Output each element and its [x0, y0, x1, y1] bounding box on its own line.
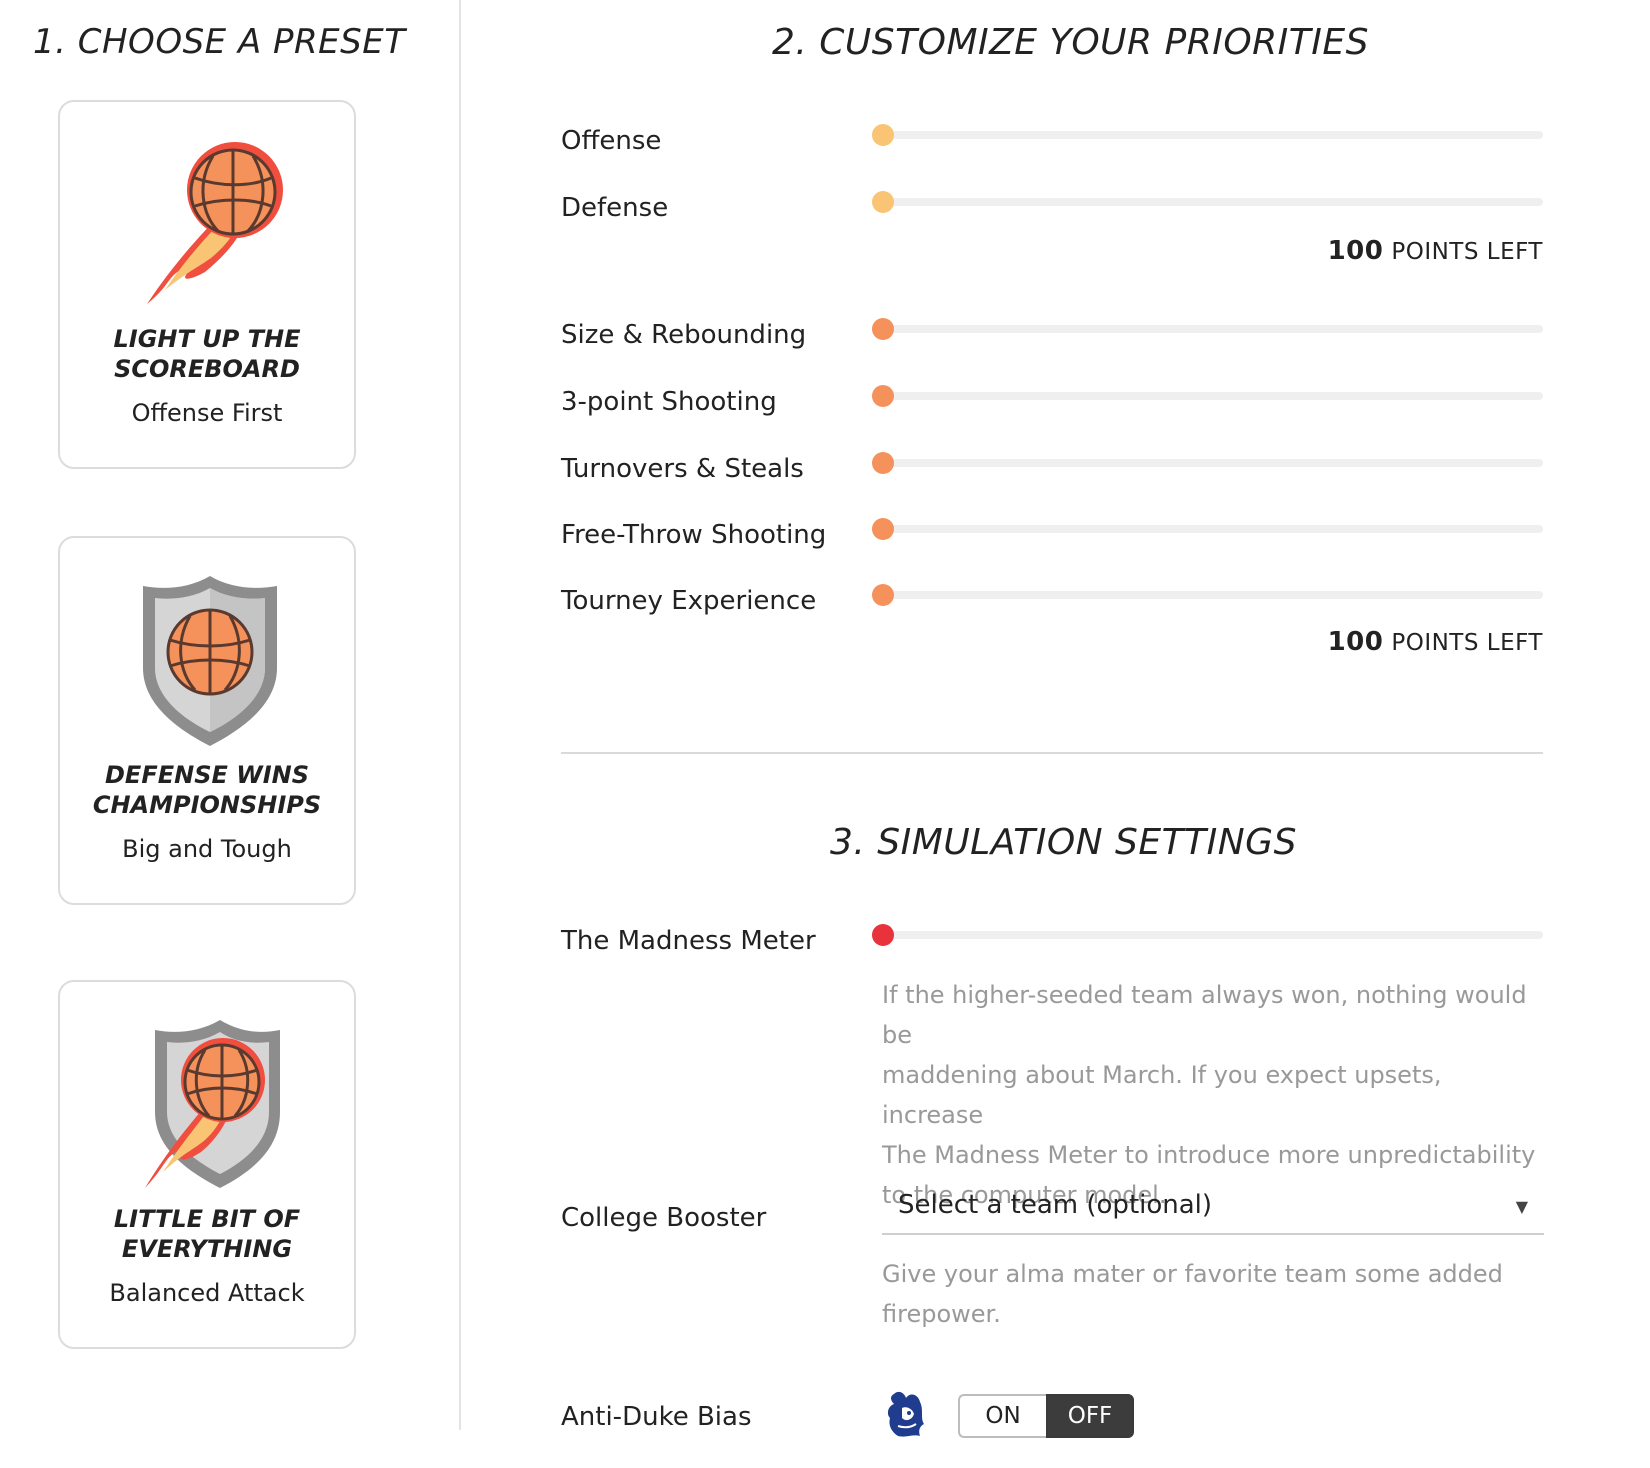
- slider-knob[interactable]: [872, 452, 894, 474]
- points-left-counter: 100 POINTS LEFT: [1328, 627, 1543, 657]
- preset-subtitle: Balanced Attack: [109, 1279, 305, 1307]
- preset-title: DEFENSE WINS CHAMPIONSHIPS: [92, 761, 322, 819]
- shield-flaming-basketball-icon: [145, 1020, 280, 1188]
- college-booster-label: College Booster: [561, 1203, 767, 1233]
- chevron-down-icon: ▼: [1515, 1197, 1528, 1216]
- preset-title: LIGHT UP THE SCOREBOARD: [113, 325, 301, 383]
- toggle-off-button[interactable]: OFF: [1046, 1394, 1134, 1438]
- college-booster-select[interactable]: Select a team (optional) ▼: [882, 1185, 1544, 1235]
- college-booster-description: Give your alma mater or favorite team so…: [882, 1260, 1503, 1328]
- madness-meter-description: If the higher-seeded team always won, no…: [882, 981, 1536, 1209]
- slider-knob[interactable]: [872, 518, 894, 540]
- slider-knob[interactable]: [872, 191, 894, 213]
- toggle-on-button[interactable]: ON: [958, 1394, 1046, 1438]
- slider-label-3pt-shooting: 3-point Shooting: [561, 387, 777, 417]
- select-value: Select a team (optional): [898, 1190, 1213, 1220]
- slider-label-offense: Offense: [561, 126, 662, 156]
- preset-subtitle: Offense First: [131, 399, 283, 427]
- section-divider: [561, 752, 1543, 754]
- slider-knob[interactable]: [872, 584, 894, 606]
- slider-offense[interactable]: [872, 124, 1543, 146]
- customize-priorities-heading: 2. CUSTOMIZE YOUR PRIORITIES: [772, 22, 1369, 63]
- slider-knob[interactable]: [872, 924, 894, 946]
- slider-tourney-experience[interactable]: [872, 584, 1543, 606]
- slider-label-defense: Defense: [561, 193, 669, 223]
- preset-subtitle: Big and Tough: [122, 835, 292, 863]
- points-left-value: 100: [1327, 236, 1384, 266]
- slider-label-size-rebounding: Size & Rebounding: [561, 320, 807, 350]
- flaming-basketball-icon: [147, 142, 283, 304]
- blue-devil-icon: [887, 1391, 924, 1437]
- points-left-label: POINTS LEFT: [1391, 239, 1543, 265]
- preset-card-offense[interactable]: LIGHT UP THE SCOREBOARD Offense First: [58, 100, 356, 469]
- choose-preset-heading: 1. CHOOSE A PRESET: [33, 22, 406, 62]
- points-left-counter: 100 POINTS LEFT: [1328, 236, 1543, 266]
- simulation-settings-heading: 3. SIMULATION SETTINGS: [830, 822, 1297, 863]
- anti-duke-label: Anti-Duke Bias: [561, 1402, 752, 1432]
- shield-basketball-icon: [143, 576, 277, 746]
- points-left-value: 100: [1327, 627, 1384, 657]
- madness-meter-slider[interactable]: [872, 924, 1543, 946]
- slider-knob[interactable]: [872, 385, 894, 407]
- slider-label-tourney-experience: Tourney Experience: [561, 586, 817, 616]
- anti-duke-toggle[interactable]: ON OFF: [958, 1394, 1134, 1438]
- slider-free-throw[interactable]: [872, 518, 1543, 540]
- slider-label-turnovers-steals: Turnovers & Steals: [561, 454, 804, 484]
- preset-card-balanced[interactable]: LITTLE BIT OF EVERYTHING Balanced Attack: [58, 980, 356, 1349]
- points-left-label: POINTS LEFT: [1391, 630, 1543, 656]
- madness-meter-label: The Madness Meter: [561, 926, 816, 956]
- slider-defense[interactable]: [872, 191, 1543, 213]
- slider-knob[interactable]: [872, 318, 894, 340]
- preset-card-defense[interactable]: DEFENSE WINS CHAMPIONSHIPS Big and Tough: [58, 536, 356, 905]
- slider-label-free-throw: Free-Throw Shooting: [561, 520, 827, 550]
- slider-knob[interactable]: [872, 124, 894, 146]
- column-divider: [459, 0, 461, 1430]
- slider-size-rebounding[interactable]: [872, 318, 1543, 340]
- slider-turnovers-steals[interactable]: [872, 452, 1543, 474]
- preset-title: LITTLE BIT OF EVERYTHING: [113, 1205, 301, 1263]
- slider-3pt-shooting[interactable]: [872, 385, 1543, 407]
